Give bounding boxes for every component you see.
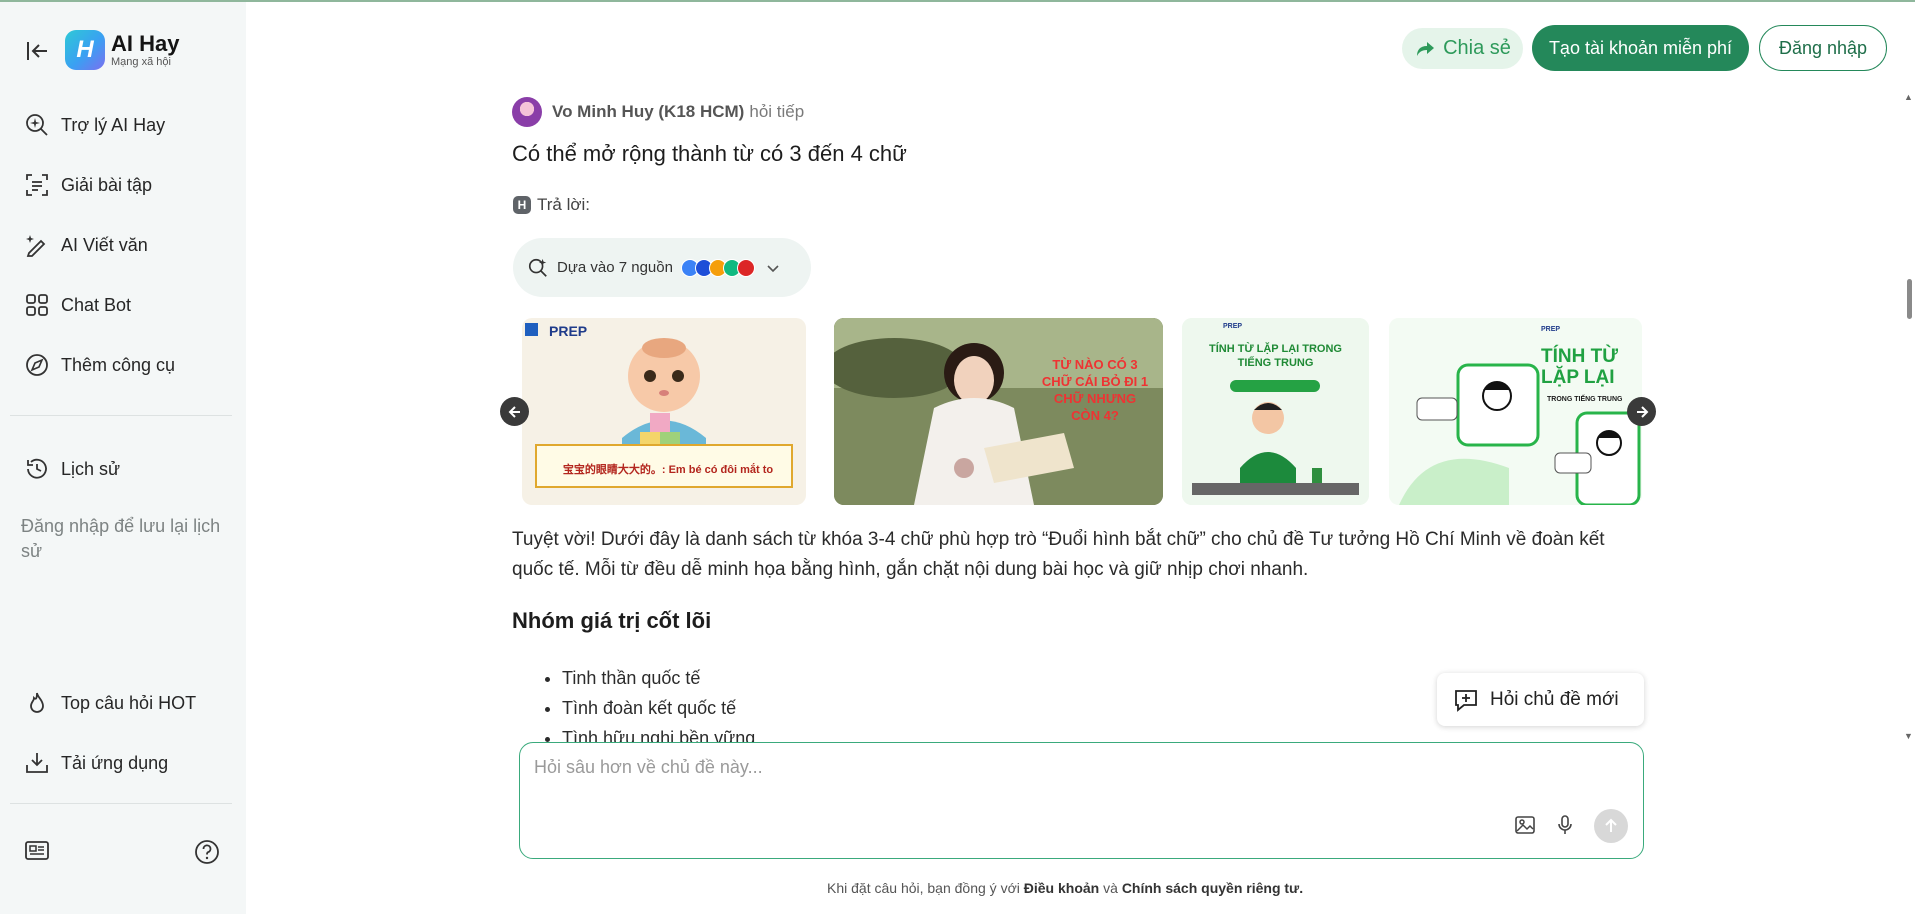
question-title: Có thể mở rộng thành từ có 3 đến 4 chữ — [512, 141, 907, 166]
collapse-sidebar-icon[interactable] — [24, 38, 50, 64]
fire-icon — [30, 692, 44, 713]
compass-icon — [26, 354, 48, 376]
sidebar-item-label: Chat Bot — [61, 294, 132, 315]
scroll-down-arrow-icon[interactable]: ▼ — [1904, 731, 1913, 741]
sidebar-item-writing[interactable]: AI Viết văn — [24, 230, 148, 260]
sidebar-divider — [10, 415, 232, 416]
sidebar-item-history[interactable]: Lịch sử — [24, 454, 120, 484]
footer-prefix: Khi đặt câu hỏi, bạn đồng ý với — [827, 880, 1020, 896]
ai-hay-mini-icon: H — [513, 196, 531, 214]
sidebar-divider — [10, 803, 232, 804]
history-icon — [27, 458, 47, 479]
share-button[interactable]: Chia sẻ — [1402, 28, 1523, 69]
list-item: Tinh thần quốc tế — [562, 663, 755, 693]
image-caption: TỪ NÀO CÓ 3 CHỮ CÁI BỎ ĐI 1 CHỮ NHƯNG CÒ… — [1041, 357, 1149, 423]
answer-intro: Tuyệt vời! Dưới đây là danh sách từ khóa… — [512, 529, 1605, 580]
followup-input[interactable] — [534, 757, 1434, 778]
sidebar-item-top-questions[interactable]: Top câu hỏi HOT — [24, 688, 196, 718]
news-icon[interactable] — [23, 837, 51, 865]
scrollbar-thumb[interactable] — [1907, 279, 1912, 319]
pen-sparkle-icon — [26, 235, 46, 257]
sidebar-item-more-tools[interactable]: Thêm công cụ — [24, 350, 175, 380]
search-sparkle-icon — [26, 114, 48, 136]
carousel-next-button[interactable] — [1627, 397, 1656, 426]
image-caption: TÍNH TỪ LẶP LẠI TRONG TIẾNG TRUNG — [1209, 343, 1342, 369]
image-upload-icon[interactable] — [1513, 813, 1537, 837]
image-caption: 宝宝的眼睛大大的。: Em bé có đôi mắt to — [562, 464, 774, 476]
sidebar: H AI Hay Mạng xã hội Trợ lý AI Hay Giải … — [0, 2, 246, 914]
privacy-link[interactable]: Chính sách quyền riêng tư. — [1122, 880, 1303, 896]
share-label: Chia sẻ — [1443, 37, 1511, 59]
list-item: Tình đoàn kết quốc tế — [562, 693, 755, 723]
answer-label-row: H Trả lời: — [513, 195, 590, 215]
chat-plus-icon — [1455, 689, 1477, 712]
image-subcaption: TRONG TIẾNG TRUNG — [1547, 396, 1623, 403]
help-icon[interactable] — [193, 838, 221, 866]
image-result-card[interactable]: PREP TÍNH TỪ LẶP LẠI TRONG TIẾNG TRUNG — [1389, 318, 1642, 505]
share-arrow-icon — [1417, 41, 1435, 56]
send-button[interactable] — [1594, 809, 1628, 843]
logo-subtitle: Mạng xã hội — [111, 56, 171, 68]
grid-icon — [26, 294, 48, 316]
asker-action: hỏi tiếp — [749, 102, 805, 121]
scroll-up-arrow-icon[interactable]: ▲ — [1904, 92, 1913, 102]
bullet-list-clip: Tinh thần quốc tế Tình đoàn kết quốc tế … — [500, 655, 1400, 743]
source-favicons — [680, 258, 755, 277]
source-favicon-icon — [736, 258, 755, 277]
arrow-up-icon — [1605, 818, 1617, 832]
new-topic-button[interactable]: Hỏi chủ đề mới — [1437, 673, 1644, 726]
prep-brand-label: PREP — [1223, 323, 1243, 330]
arrow-right-icon — [1636, 405, 1648, 418]
sidebar-item-label: AI Viết văn — [61, 234, 148, 255]
sidebar-item-exercises[interactable]: Giải bài tập — [24, 170, 152, 200]
avatar[interactable] — [512, 97, 542, 127]
sources-dropdown[interactable]: Dựa vào 7 nguồn — [513, 238, 811, 297]
sidebar-item-label: Giải bài tập — [61, 174, 153, 195]
logo-mark-icon: H — [65, 30, 105, 70]
image-result-card[interactable]: TỪ NÀO CÓ 3 CHỮ CÁI BỎ ĐI 1 CHỮ NHƯNG CÒ… — [834, 318, 1163, 505]
bullet-list: Tinh thần quốc tế Tình đoàn kết quốc tế … — [540, 663, 755, 743]
answer-label: Trả lời: — [537, 195, 591, 214]
sidebar-item-label: Trợ lý AI Hay — [61, 114, 166, 135]
download-icon — [26, 753, 48, 773]
login-button[interactable]: Đăng nhập — [1759, 25, 1887, 71]
sidebar-item-label: Tải ứng dụng — [61, 752, 169, 773]
image-result-card[interactable]: PREP TÍNH TỪ LẶP LẠI TRONG TIẾNG TRUNG — [1182, 318, 1369, 505]
app-logo[interactable]: H AI Hay Mạng xã hội — [65, 30, 179, 70]
signup-button[interactable]: Tạo tài khoản miễn phí — [1532, 25, 1749, 71]
prep-brand-label: PREP — [549, 323, 588, 339]
image-result-card[interactable]: PREP 宝宝的眼睛大大的。: Em bé có đôi mắt to — [522, 318, 806, 505]
prep-brand-label: PREP — [1541, 326, 1561, 333]
search-sparkle-icon — [528, 258, 547, 277]
arrow-left-icon — [508, 405, 520, 418]
logo-title: AI Hay — [111, 31, 180, 56]
footer-note: Khi đặt câu hỏi, bạn đồng ý với Điều kho… — [0, 880, 1915, 896]
history-login-hint: Đăng nhập để lưu lại lịch sử — [21, 516, 221, 561]
sidebar-item-label: Thêm công cụ — [61, 354, 176, 375]
sources-label: Dựa vào 7 nguồn — [557, 259, 673, 276]
asker-name[interactable]: Vo Minh Huy (K18 HCM) — [552, 102, 744, 122]
sidebar-item-download-app[interactable]: Tải ứng dụng — [24, 748, 168, 778]
microphone-icon[interactable] — [1553, 813, 1577, 837]
top-border — [0, 0, 1915, 2]
new-topic-label: Hỏi chủ đề mới — [1490, 688, 1619, 710]
image-caption: TÍNH TỪ LẶP LẠI — [1541, 346, 1618, 388]
carousel-prev-button[interactable] — [500, 397, 529, 426]
footer-and: và — [1103, 880, 1118, 896]
asker-row: Vo Minh Huy (K18 HCM) hỏi tiếp — [512, 97, 804, 127]
sidebar-item-assistant[interactable]: Trợ lý AI Hay — [24, 110, 165, 140]
scan-icon — [26, 174, 48, 196]
list-item: Tình hữu nghị bền vững — [562, 723, 755, 743]
composer — [519, 742, 1644, 859]
chevron-down-icon — [767, 264, 779, 272]
sidebar-item-label: Lịch sử — [61, 458, 121, 479]
sidebar-item-label: Top câu hỏi HOT — [61, 692, 197, 713]
terms-link[interactable]: Điều khoản — [1024, 880, 1099, 896]
section-title: Nhóm giá trị cốt lõi — [512, 608, 712, 633]
sidebar-item-chatbot[interactable]: Chat Bot — [24, 290, 131, 320]
